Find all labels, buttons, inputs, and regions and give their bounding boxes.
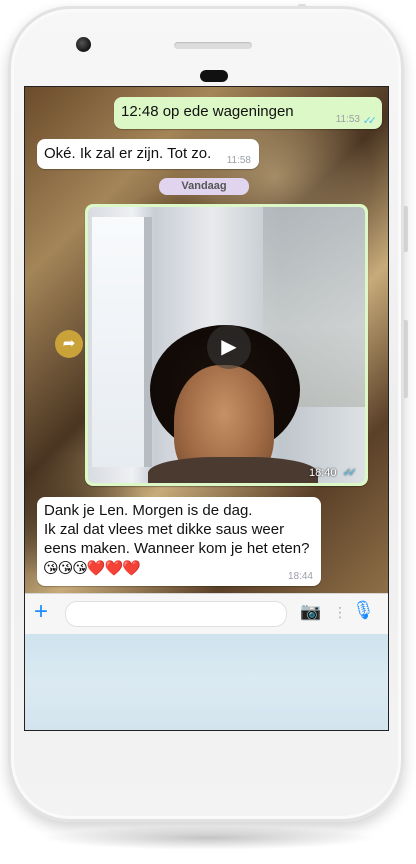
camera-icon[interactable]: 📷	[300, 602, 321, 622]
read-receipt-icon: ✓✓	[342, 467, 358, 479]
message-time: 18:40	[308, 467, 337, 479]
plus-icon[interactable]: +	[34, 598, 48, 626]
phone-screen: 12:48 op ede wageningen 11:53 ✓✓ Oké. Ik…	[24, 86, 389, 731]
message-line: Dank je Len. Morgen is de dag.	[44, 502, 253, 519]
message-text: Dank je Len. Morgen is de dag. Ik zal da…	[44, 501, 309, 558]
thumbnail-shoulders	[148, 457, 318, 483]
emoji-row: 😘😘😘❤️❤️❤️	[43, 560, 141, 577]
video-message[interactable]: ▶ 18:40 ✓✓	[85, 204, 368, 486]
thumbnail-window	[92, 217, 152, 467]
date-divider: Vandaag	[159, 178, 249, 195]
message-text: 12:48 op ede wageningen	[121, 103, 294, 120]
read-receipt-icon: ✓✓	[362, 115, 378, 127]
separator-icon: ⋮	[333, 604, 347, 620]
chat-background[interactable]: 12:48 op ede wageningen 11:53 ✓✓ Oké. Ik…	[25, 87, 388, 593]
earpiece-speaker	[174, 42, 252, 49]
play-icon[interactable]: ▶	[207, 325, 251, 369]
message-time: 11:58	[226, 155, 251, 166]
message-line: eens maken. Wanneer kom je het eten?	[44, 540, 310, 557]
video-meta: 18:40 ✓✓	[308, 466, 358, 479]
keyboard-area	[25, 634, 388, 730]
message-line: Ik zal dat vlees met dikke saus weer	[44, 521, 285, 538]
message-time: 18:44	[287, 571, 313, 582]
input-bar: + 📷 ⋮ 🎙	[25, 593, 388, 634]
proximity-sensor	[200, 70, 228, 82]
message-outgoing[interactable]: 12:48 op ede wageningen 11:53 ✓✓	[114, 97, 382, 129]
mic-icon[interactable]: 🎙	[352, 600, 375, 621]
front-camera	[76, 37, 91, 52]
message-input[interactable]	[65, 601, 287, 627]
message-text: Oké. Ik zal er zijn. Tot zo.	[44, 145, 212, 162]
message-incoming[interactable]: Dank je Len. Morgen is de dag. Ik zal da…	[37, 497, 321, 586]
message-incoming[interactable]: Oké. Ik zal er zijn. Tot zo. 11:58	[37, 139, 259, 169]
video-thumbnail[interactable]: ▶ 18:40 ✓✓	[88, 207, 365, 483]
forward-icon[interactable]: ➦	[55, 330, 83, 358]
phone-shadow	[40, 826, 376, 850]
message-time: 11:53	[335, 114, 360, 125]
